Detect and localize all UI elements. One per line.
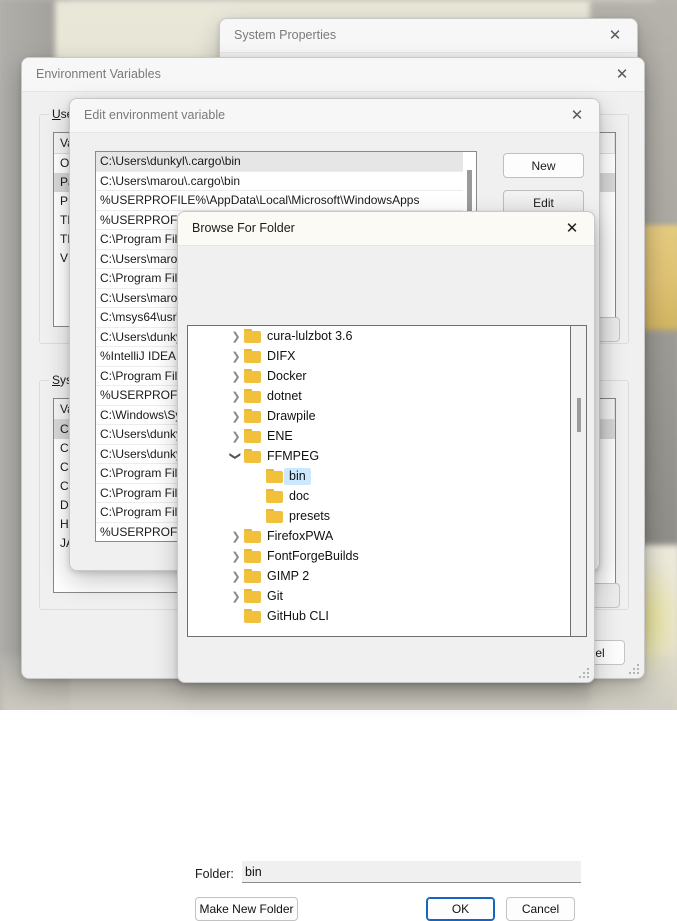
system-properties-titlebar[interactable]: System Properties ✕ xyxy=(220,19,637,53)
tree-item-label: dotnet xyxy=(267,388,302,403)
make-new-folder-button[interactable]: Make New Folder xyxy=(195,897,298,921)
folder-icon xyxy=(266,489,283,503)
tree-item[interactable]: ❯ FontForgeBuilds xyxy=(188,546,586,566)
new-button[interactable]: New xyxy=(503,153,584,178)
folder-icon xyxy=(244,409,261,423)
tree-item[interactable]: ❯ DIFX xyxy=(188,346,586,366)
folder-field-label: Folder: xyxy=(195,867,234,881)
environment-variables-titlebar[interactable]: Environment Variables ✕ xyxy=(22,58,644,92)
chevron-right-icon[interactable]: ❯ xyxy=(228,586,244,606)
tree-item[interactable]: ❯ cura-lulzbot 3.6 xyxy=(188,326,586,346)
folder-icon xyxy=(244,329,261,343)
tree-item-label: doc xyxy=(289,488,310,503)
folder-icon xyxy=(244,609,261,623)
chevron-right-icon[interactable]: ❯ xyxy=(228,526,244,546)
chevron-right-icon[interactable]: ❯ xyxy=(228,406,244,426)
chevron-right-icon[interactable]: ❯ xyxy=(228,566,244,586)
chevron-right-icon[interactable]: ❯ xyxy=(228,366,244,386)
folder-input[interactable] xyxy=(242,861,581,883)
window-browse-for-folder[interactable]: Browse For Folder ✕ ❯ cura-lulzbot 3.6 ❯ DI… xyxy=(177,211,595,921)
folder-icon xyxy=(244,389,261,403)
close-icon[interactable]: ✕ xyxy=(600,58,644,91)
tree-item[interactable]: ❯ Drawpile xyxy=(188,406,586,426)
chevron-down-icon[interactable]: ❯ xyxy=(226,448,246,464)
folder-icon xyxy=(244,569,261,583)
tree-item[interactable]: GitHub CLI xyxy=(188,606,586,626)
ok-button[interactable]: OK xyxy=(426,897,495,921)
folder-treeview[interactable]: ❯ cura-lulzbot 3.6 ❯ DIFX ❯ Docker ❯ dotnet ❯ Dra… xyxy=(187,325,587,637)
resize-grip-icon[interactable] xyxy=(628,663,639,674)
folder-icon xyxy=(244,369,261,383)
close-icon[interactable]: ✕ xyxy=(593,19,637,52)
folder-treeview-rows: ❯ cura-lulzbot 3.6 ❯ DIFX ❯ Docker ❯ dotnet ❯ Dra… xyxy=(188,326,586,626)
folder-treeview-scrollbar[interactable] xyxy=(570,326,586,636)
folder-treeview-scrollbar-thumb[interactable] xyxy=(577,398,581,432)
folder-icon xyxy=(244,589,261,603)
tree-item-label: presets xyxy=(289,508,330,523)
folder-icon xyxy=(244,549,261,563)
browse-for-folder-titlebar[interactable]: Browse For Folder ✕ xyxy=(178,212,594,246)
folder-icon xyxy=(266,469,283,483)
tree-item-label: ENE xyxy=(267,428,293,443)
tree-item[interactable]: ❯ Docker xyxy=(188,366,586,386)
tree-item-label: FontForgeBuilds xyxy=(267,548,359,563)
chevron-right-icon[interactable]: ❯ xyxy=(228,546,244,566)
tree-item-label: GitHub CLI xyxy=(267,608,329,623)
tree-item-label: DIFX xyxy=(267,348,296,363)
tree-item[interactable]: ❯ dotnet xyxy=(188,386,586,406)
cancel-button[interactable]: Cancel xyxy=(506,897,575,921)
path-entry-row[interactable]: C:\Users\dunkyl\.cargo\bin xyxy=(96,152,476,172)
tree-item[interactable]: ❯ FFMPEG xyxy=(188,446,586,466)
close-icon[interactable]: ✕ xyxy=(550,212,594,245)
folder-icon xyxy=(244,349,261,363)
tree-item-label: FirefoxPWA xyxy=(267,528,334,543)
tree-item-label: FFMPEG xyxy=(267,448,320,463)
tree-item[interactable]: bin xyxy=(188,466,586,486)
tree-item-label: GIMP 2 xyxy=(267,568,310,583)
environment-variables-title: Environment Variables xyxy=(36,67,161,81)
tree-item[interactable]: ❯ ENE xyxy=(188,426,586,446)
resize-grip-icon[interactable] xyxy=(578,667,589,678)
folder-icon xyxy=(244,429,261,443)
tree-item-label: Drawpile xyxy=(267,408,316,423)
tree-item[interactable]: doc xyxy=(188,486,586,506)
edit-environment-variable-titlebar[interactable]: Edit environment variable ✕ xyxy=(70,99,599,133)
chevron-right-icon[interactable]: ❯ xyxy=(228,386,244,406)
chevron-right-icon[interactable]: ❯ xyxy=(228,326,244,346)
path-entry-row[interactable]: C:\Users\marou\.cargo\bin xyxy=(96,172,476,191)
system-properties-title: System Properties xyxy=(234,28,337,42)
folder-icon xyxy=(244,449,261,463)
folder-icon xyxy=(266,509,283,523)
tree-item-label: bin xyxy=(284,467,311,485)
tree-item-label: Docker xyxy=(267,368,307,383)
tree-item[interactable]: presets xyxy=(188,506,586,526)
tree-item[interactable]: ❯ FirefoxPWA xyxy=(188,526,586,546)
path-entry-row[interactable]: %USERPROFILE%\AppData\Local\Microsoft\Wi… xyxy=(96,191,476,211)
tree-item-label: cura-lulzbot 3.6 xyxy=(267,328,353,343)
chevron-right-icon[interactable]: ❯ xyxy=(228,346,244,366)
tree-item[interactable]: ❯ GIMP 2 xyxy=(188,566,586,586)
browse-for-folder-title: Browse For Folder xyxy=(192,221,295,235)
edit-environment-variable-title: Edit environment variable xyxy=(84,108,226,122)
tree-item-label: Git xyxy=(267,588,283,603)
chevron-right-icon[interactable]: ❯ xyxy=(228,426,244,446)
folder-icon xyxy=(244,529,261,543)
tree-item[interactable]: ❯ Git xyxy=(188,586,586,606)
close-icon[interactable]: ✕ xyxy=(555,99,599,132)
browse-for-folder-body: ❯ cura-lulzbot 3.6 ❯ DIFX ❯ Docker ❯ dotnet ❯ Dra… xyxy=(178,246,594,921)
